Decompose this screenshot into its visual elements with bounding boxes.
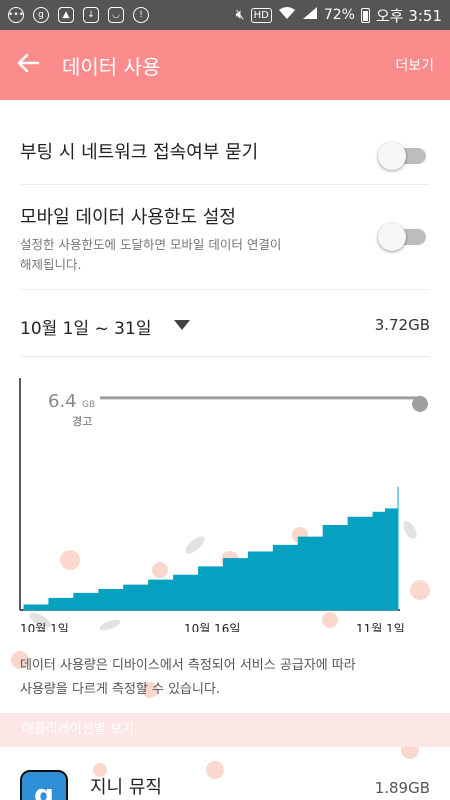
mobile-limit-toggle[interactable] — [378, 223, 426, 251]
warning-handle — [412, 395, 428, 412]
status-bar: ••• g ▲ ↓ ◡ ! 🔇︎ HD 72% 오후 3:51 — [0, 0, 450, 30]
period-total: 3.72GB — [374, 316, 430, 334]
battery-icon — [360, 7, 370, 23]
app-row[interactable]: g 지니 뮤직 1.89GB — [0, 755, 450, 800]
warning-label: 경고 — [72, 415, 92, 428]
battery-percent: 72% — [323, 7, 355, 23]
ask-network-setting[interactable]: 부팅 시 네트워크 접속여부 묻기 — [20, 122, 430, 185]
badge-icon: ◡ — [108, 7, 124, 23]
genie-music-icon: g — [20, 770, 68, 800]
g-app-icon: g — [33, 7, 49, 23]
mute-icon: 🔇︎ — [235, 7, 245, 23]
ask-network-toggle[interactable] — [378, 142, 426, 170]
app-name: 지니 뮤직 — [90, 777, 162, 798]
usage-chart: 6.4 GB 경고 10월 1일 10월 16일 11월 1일 — [0, 362, 450, 632]
warning-unit: GB — [82, 400, 95, 410]
app-usage-header: 애플리케이션별 보기 — [0, 713, 450, 747]
mobile-limit-desc-line1: 설정한 사용한도에 도달하면 모바일 데이터 연결이 — [20, 237, 282, 252]
period-label[interactable]: 10월 1일 ~ 31일 — [20, 314, 151, 339]
back-arrow-icon[interactable] — [16, 52, 48, 79]
period-selector: 10월 1일 ~ 31일 3.72GB — [20, 290, 430, 357]
wifi-icon — [278, 6, 296, 24]
usage-note-line2: 사용량을 다르게 측정할 수 있습니다. — [20, 682, 221, 697]
hd-icon: HD — [250, 7, 272, 23]
chat-icon: ••• — [8, 7, 24, 23]
usage-note: 데이터 사용량은 디바이스에서 측정되어 서비스 공급자에 따라 사용량을 다르… — [20, 654, 430, 702]
mobile-limit-setting[interactable]: 모바일 데이터 사용한도 설정 설정한 사용한도에 도달하면 모바일 데이터 연… — [20, 185, 430, 290]
app-usage: 1.89GB — [374, 779, 430, 797]
dropdown-arrow-icon[interactable] — [174, 320, 190, 330]
content: 부팅 시 네트워크 접속여부 묻기 모바일 데이터 사용한도 설정 설정한 사용… — [0, 100, 450, 800]
toggle-knob — [378, 142, 406, 170]
x-tick-label: 10월 16일 — [184, 622, 240, 632]
alarm-icon: ! — [133, 7, 149, 23]
usage-chart-svg: 6.4 GB 경고 10월 1일 10월 16일 11월 1일 — [19, 378, 428, 632]
clock: 오후 3:51 — [375, 6, 442, 25]
page-title: 데이터 사용 — [62, 54, 161, 79]
mobile-limit-desc-line2: 해제됩니다. — [20, 257, 82, 272]
signal-icon — [302, 6, 318, 24]
usage-area — [23, 486, 399, 611]
x-tick-label: 11월 1일 — [356, 622, 405, 632]
mobile-limit-description: 설정한 사용한도에 도달하면 모바일 데이터 연결이 해제됩니다. — [20, 235, 430, 275]
ask-network-label: 부팅 시 네트워크 접속여부 묻기 — [20, 142, 259, 163]
usage-note-line1: 데이터 사용량은 디바이스에서 측정되어 서비스 공급자에 따라 — [20, 658, 356, 673]
x-tick-label: 10월 1일 — [20, 622, 69, 632]
app-bar: 데이터 사용 더보기 — [0, 30, 450, 100]
more-button[interactable]: 더보기 — [395, 55, 434, 75]
mobile-limit-label: 모바일 데이터 사용한도 설정 — [20, 207, 236, 228]
toggle-knob — [378, 223, 406, 251]
image-icon: ▲ — [58, 7, 74, 23]
download-icon: ↓ — [83, 7, 99, 23]
warning-value: 6.4 — [48, 391, 77, 412]
